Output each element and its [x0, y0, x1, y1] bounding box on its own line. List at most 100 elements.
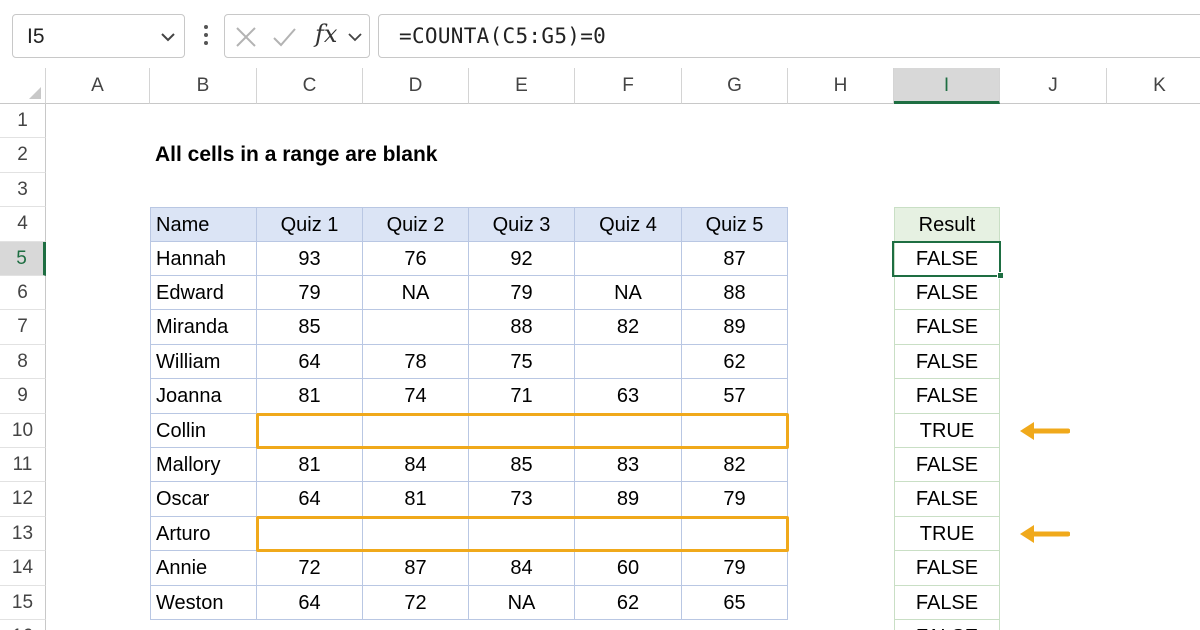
name-cell[interactable]: Edward: [150, 276, 257, 311]
row-header-7[interactable]: 7: [0, 310, 46, 345]
row-header-8[interactable]: 8: [0, 344, 46, 380]
row-header-9[interactable]: 9: [0, 379, 46, 414]
score-cell[interactable]: 64: [257, 585, 363, 620]
table-header-cell[interactable]: Quiz 4: [575, 207, 682, 242]
column-header-i[interactable]: I: [894, 68, 1000, 104]
name-cell[interactable]: Hannah: [150, 241, 257, 276]
result-cell[interactable]: FALSE: [894, 276, 1000, 311]
chevron-down-icon[interactable]: [158, 27, 178, 47]
name-cell[interactable]: Weston: [150, 585, 257, 620]
score-cell[interactable]: 93: [257, 241, 363, 276]
column-header-b[interactable]: B: [150, 68, 257, 104]
column-header-f[interactable]: F: [575, 68, 682, 104]
score-cell[interactable]: 83: [575, 448, 682, 483]
score-cell[interactable]: 79: [469, 276, 575, 311]
score-cell[interactable]: 81: [363, 482, 469, 517]
result-cell[interactable]: FALSE: [894, 585, 1000, 620]
name-cell[interactable]: Oscar: [150, 482, 257, 517]
score-cell[interactable]: 88: [469, 310, 575, 345]
score-cell[interactable]: 87: [363, 551, 469, 586]
score-cell[interactable]: 88: [682, 276, 788, 311]
column-header-k[interactable]: K: [1107, 68, 1200, 104]
score-cell[interactable]: 92: [469, 241, 575, 276]
score-cell[interactable]: 84: [469, 551, 575, 586]
score-cell[interactable]: 57: [682, 379, 788, 414]
name-cell[interactable]: Miranda: [150, 310, 257, 345]
score-cell[interactable]: 81: [257, 379, 363, 414]
row-header-16[interactable]: 16: [0, 620, 46, 630]
row-header-2[interactable]: 2: [0, 138, 46, 173]
row-header-13[interactable]: 13: [0, 516, 46, 552]
score-cell[interactable]: 72: [363, 585, 469, 620]
row-header-5[interactable]: 5: [0, 241, 46, 276]
column-header-e[interactable]: E: [469, 68, 575, 104]
result-cell[interactable]: TRUE: [894, 516, 1000, 552]
score-cell[interactable]: 89: [682, 310, 788, 345]
select-all-corner[interactable]: [0, 68, 46, 104]
result-cell[interactable]: FALSE: [894, 551, 1000, 586]
score-cell[interactable]: [575, 241, 682, 276]
name-cell[interactable]: Joanna: [150, 379, 257, 414]
score-cell[interactable]: 82: [682, 448, 788, 483]
score-cell[interactable]: 65: [682, 585, 788, 620]
table-header-cell[interactable]: Quiz 5: [682, 207, 788, 242]
score-cell[interactable]: 85: [257, 310, 363, 345]
score-cell[interactable]: 62: [575, 585, 682, 620]
score-cell[interactable]: NA: [363, 276, 469, 311]
score-cell[interactable]: 84: [363, 448, 469, 483]
row-header-1[interactable]: 1: [0, 104, 46, 139]
score-cell[interactable]: 81: [257, 448, 363, 483]
result-cell[interactable]: FALSE: [894, 620, 1000, 630]
cancel-icon[interactable]: [233, 24, 259, 50]
score-cell[interactable]: 85: [469, 448, 575, 483]
score-cell[interactable]: 63: [575, 379, 682, 414]
check-icon[interactable]: [271, 24, 297, 50]
column-header-g[interactable]: G: [682, 68, 788, 104]
result-cell[interactable]: FALSE: [894, 482, 1000, 517]
score-cell[interactable]: 78: [363, 344, 469, 380]
column-header-h[interactable]: H: [788, 68, 894, 104]
chevron-down-icon[interactable]: [347, 29, 363, 45]
score-cell[interactable]: 79: [257, 276, 363, 311]
result-cell[interactable]: FALSE: [894, 448, 1000, 483]
score-cell[interactable]: 60: [575, 551, 682, 586]
score-cell[interactable]: 79: [682, 482, 788, 517]
name-cell[interactable]: Collin: [150, 413, 257, 448]
fill-handle[interactable]: [997, 272, 1004, 279]
score-cell[interactable]: NA: [575, 276, 682, 311]
formula-input[interactable]: =COUNTA(C5:G5)=0: [378, 14, 1200, 58]
score-cell[interactable]: NA: [469, 585, 575, 620]
result-cell[interactable]: FALSE: [894, 310, 1000, 345]
table-header-cell[interactable]: Quiz 1: [257, 207, 363, 242]
row-header-14[interactable]: 14: [0, 551, 46, 586]
score-cell[interactable]: [575, 344, 682, 380]
row-header-3[interactable]: 3: [0, 172, 46, 208]
result-cell[interactable]: TRUE: [894, 413, 1000, 448]
row-header-4[interactable]: 4: [0, 207, 46, 242]
score-cell[interactable]: 75: [469, 344, 575, 380]
column-header-a[interactable]: A: [46, 68, 150, 104]
score-cell[interactable]: 64: [257, 344, 363, 380]
score-cell[interactable]: 71: [469, 379, 575, 414]
score-cell[interactable]: 87: [682, 241, 788, 276]
insert-function-button[interactable]: fx: [315, 20, 337, 48]
row-header-10[interactable]: 10: [0, 413, 46, 448]
name-cell[interactable]: William: [150, 344, 257, 380]
score-cell[interactable]: 62: [682, 344, 788, 380]
score-cell[interactable]: [363, 310, 469, 345]
name-box[interactable]: I5: [12, 14, 185, 58]
score-cell[interactable]: 89: [575, 482, 682, 517]
result-cell[interactable]: FALSE: [894, 344, 1000, 380]
score-cell[interactable]: 73: [469, 482, 575, 517]
column-header-j[interactable]: J: [1000, 68, 1107, 104]
row-header-15[interactable]: 15: [0, 585, 46, 620]
score-cell[interactable]: 64: [257, 482, 363, 517]
score-cell[interactable]: 72: [257, 551, 363, 586]
name-cell[interactable]: Arturo: [150, 516, 257, 552]
name-cell[interactable]: Annie: [150, 551, 257, 586]
name-cell[interactable]: Mallory: [150, 448, 257, 483]
score-cell[interactable]: 74: [363, 379, 469, 414]
row-header-11[interactable]: 11: [0, 448, 46, 483]
table-header-cell[interactable]: Quiz 2: [363, 207, 469, 242]
row-header-12[interactable]: 12: [0, 482, 46, 517]
